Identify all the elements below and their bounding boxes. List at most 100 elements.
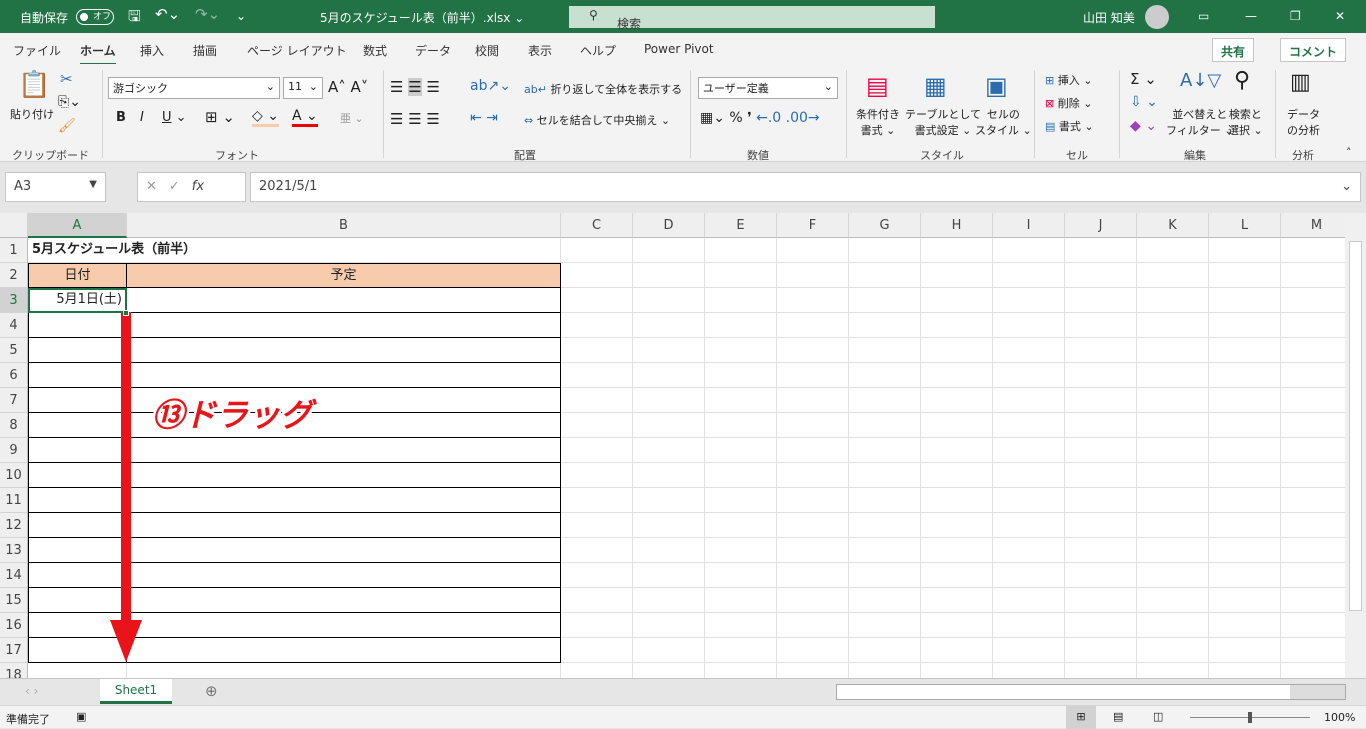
cell-m4[interactable] xyxy=(1281,313,1345,338)
save-icon[interactable]: 🖫 xyxy=(128,6,141,31)
cell-d13[interactable] xyxy=(633,538,705,563)
cell-c5[interactable] xyxy=(561,338,633,363)
cell-h5[interactable] xyxy=(921,338,993,363)
cell-b18[interactable] xyxy=(127,663,561,678)
cell-h16[interactable] xyxy=(921,613,993,638)
cell-f8[interactable] xyxy=(777,413,849,438)
column-header-k[interactable]: K xyxy=(1137,213,1209,238)
conditional-format-button[interactable]: 条件付き 書式 ⌄ xyxy=(856,106,900,138)
cell-l18[interactable] xyxy=(1209,663,1281,678)
column-header-e[interactable]: E xyxy=(705,213,777,238)
cell-e3[interactable] xyxy=(705,288,777,313)
column-header-b[interactable]: B xyxy=(127,213,561,238)
cell-l14[interactable] xyxy=(1209,563,1281,588)
cell-b2[interactable]: 予定 xyxy=(127,263,561,288)
close-icon[interactable]: ✕ xyxy=(1335,9,1345,23)
cell-c18[interactable] xyxy=(561,663,633,678)
cell-d5[interactable] xyxy=(633,338,705,363)
cell-m13[interactable] xyxy=(1281,538,1345,563)
cell-d3[interactable] xyxy=(633,288,705,313)
select-all-corner[interactable] xyxy=(0,213,28,238)
cell-d4[interactable] xyxy=(633,313,705,338)
minimize-icon[interactable]: — xyxy=(1245,9,1257,23)
format-cells-button[interactable]: ▤ 書式 ⌄ xyxy=(1045,118,1094,134)
cell-k10[interactable] xyxy=(1137,463,1209,488)
cell-i3[interactable] xyxy=(993,288,1065,313)
cell-l12[interactable] xyxy=(1209,513,1281,538)
cell-i9[interactable] xyxy=(993,438,1065,463)
cell-a2[interactable]: 日付 xyxy=(28,263,127,288)
cell-i11[interactable] xyxy=(993,488,1065,513)
format-as-table-button[interactable]: テーブルとして 書式設定 ⌄ xyxy=(905,106,981,138)
find-icon[interactable]: ⚲ xyxy=(1234,68,1250,93)
cell-l11[interactable] xyxy=(1209,488,1281,513)
row-header-18[interactable]: 18 xyxy=(0,663,28,678)
cell-j4[interactable] xyxy=(1065,313,1137,338)
sort-filter-icon[interactable]: A↓▽ xyxy=(1180,70,1221,91)
column-header-j[interactable]: J xyxy=(1065,213,1137,238)
tab-data[interactable]: データ xyxy=(415,42,451,59)
cell-m14[interactable] xyxy=(1281,563,1345,588)
conditional-format-icon[interactable]: ▤ xyxy=(866,72,889,100)
formula-input[interactable]: 2021/5/1 ⌄ xyxy=(250,172,1361,202)
tab-scroll-icons[interactable]: ‹ › xyxy=(25,684,38,698)
cell-b11[interactable] xyxy=(127,488,561,513)
cell-f15[interactable] xyxy=(777,588,849,613)
cell-e10[interactable] xyxy=(705,463,777,488)
restore-icon[interactable]: ❐ xyxy=(1290,9,1301,23)
cell-m6[interactable] xyxy=(1281,363,1345,388)
cell-j3[interactable] xyxy=(1065,288,1137,313)
cell-h8[interactable] xyxy=(921,413,993,438)
find-select-button[interactable]: 検索と 選択 ⌄ xyxy=(1228,106,1263,138)
cell-e2[interactable] xyxy=(705,263,777,288)
cell-f6[interactable] xyxy=(777,363,849,388)
row-header-12[interactable]: 12 xyxy=(0,513,28,538)
cell-m17[interactable] xyxy=(1281,638,1345,663)
cell-i2[interactable] xyxy=(993,263,1065,288)
vertical-scrollbar[interactable] xyxy=(1345,213,1366,678)
cell-f12[interactable] xyxy=(777,513,849,538)
cell-l17[interactable] xyxy=(1209,638,1281,663)
add-sheet-icon[interactable]: ⊕ xyxy=(205,682,218,700)
macro-record-icon[interactable]: ▣ xyxy=(76,710,86,723)
cell-c9[interactable] xyxy=(561,438,633,463)
cell-k15[interactable] xyxy=(1137,588,1209,613)
cell-i17[interactable] xyxy=(993,638,1065,663)
row-header-7[interactable]: 7 xyxy=(0,388,28,413)
row-header-10[interactable]: 10 xyxy=(0,463,28,488)
collapse-ribbon-icon[interactable]: ˄ xyxy=(1346,146,1352,159)
cell-g2[interactable] xyxy=(849,263,921,288)
zoom-level[interactable]: 100% xyxy=(1324,711,1355,724)
format-as-table-icon[interactable]: ▦ xyxy=(924,72,947,100)
phonetic-icon[interactable]: 亜 ⌄ xyxy=(340,110,364,126)
cell-c1[interactable] xyxy=(561,238,633,263)
cell-i13[interactable] xyxy=(993,538,1065,563)
cell-f10[interactable] xyxy=(777,463,849,488)
cell-k12[interactable] xyxy=(1137,513,1209,538)
cell-h2[interactable] xyxy=(921,263,993,288)
cell-g1[interactable] xyxy=(849,238,921,263)
cell-m15[interactable] xyxy=(1281,588,1345,613)
cell-l2[interactable] xyxy=(1209,263,1281,288)
page-break-view-icon[interactable]: ◫ xyxy=(1153,710,1163,723)
cell-f3[interactable] xyxy=(777,288,849,313)
cell-g18[interactable] xyxy=(849,663,921,678)
cell-j15[interactable] xyxy=(1065,588,1137,613)
worksheet-grid[interactable]: A B C D E F G H I J K L M 1 5月スケジュール表（前半） 2 日付 予定 3 5月1日(土)… xyxy=(0,213,1345,678)
tab-view[interactable]: 表示 xyxy=(528,42,552,59)
cell-f17[interactable] xyxy=(777,638,849,663)
cell-c13[interactable] xyxy=(561,538,633,563)
cell-c6[interactable] xyxy=(561,363,633,388)
number-format-icons[interactable]: ▦⌄ % ❜ ←.0 .00→ xyxy=(700,110,820,126)
cell-h18[interactable] xyxy=(921,663,993,678)
cell-d10[interactable] xyxy=(633,463,705,488)
cell-c3[interactable] xyxy=(561,288,633,313)
cell-b13[interactable] xyxy=(127,538,561,563)
cell-g14[interactable] xyxy=(849,563,921,588)
cell-h6[interactable] xyxy=(921,363,993,388)
tab-home[interactable]: ホーム xyxy=(80,42,116,66)
zoom-slider[interactable] xyxy=(1190,712,1310,723)
redo-icon[interactable]: ↷⌄ xyxy=(195,5,220,23)
cell-h10[interactable] xyxy=(921,463,993,488)
cell-k18[interactable] xyxy=(1137,663,1209,678)
